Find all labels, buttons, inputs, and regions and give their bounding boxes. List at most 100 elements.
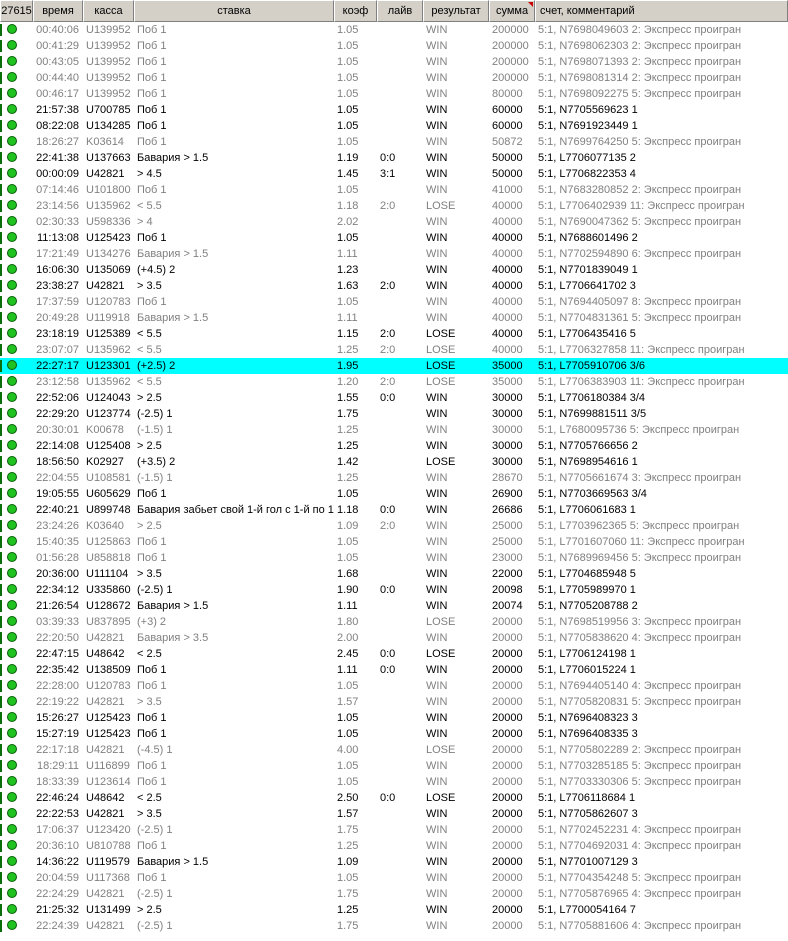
comment-cell: 5:1, L7701607060 11: Экспресс проигран (538, 536, 745, 548)
table-row[interactable]: 03:39:33 U837895 (+3) 2 1.80 LOSE 20000 5:1, N… (0, 614, 788, 630)
table-row[interactable]: 22:14:08 U125408 > 2.5 1.25 WIN 30000 5:1, N77… (0, 438, 788, 454)
time-cell: 16:06:30 (36, 264, 79, 276)
table-row[interactable]: 22:04:55 U108581 (-1.5) 1 1.25 WIN 28670 5:1, … (0, 470, 788, 486)
col-header-result[interactable]: результат (423, 0, 489, 22)
table-row[interactable]: 20:04:59 U117368 Поб 1 1.05 WIN 20000 5:1, N77… (0, 870, 788, 886)
table-row[interactable]: 20:49:28 U119918 Бавария > 1.5 1.11 WIN 40000… (0, 310, 788, 326)
table-row[interactable]: 21:26:54 U128672 Бавария > 1.5 1.11 WIN 20074… (0, 598, 788, 614)
table-row[interactable]: 14:36:22 U119579 Бавария > 1.5 1.09 WIN 20000… (0, 854, 788, 870)
time-cell: 20:04:59 (36, 872, 79, 884)
col-header-time[interactable]: время (33, 0, 83, 22)
row-marker-icon (0, 88, 2, 100)
table-row[interactable]: 20:36:10 U810788 Поб 1 1.25 WIN 20000 5:1, N77… (0, 838, 788, 854)
table-row[interactable]: 22:47:15 U48642 < 2.5 2.45 0:0 LOSE 20000 5:1, … (0, 646, 788, 662)
time-cell: 22:17:18 (36, 744, 79, 756)
status-cell (0, 470, 33, 486)
table-row[interactable]: 22:29:20 U123774 (-2.5) 1 1.75 WIN 30000 5:1, … (0, 406, 788, 422)
table-row[interactable]: 22:24:29 U42821 (-2.5) 1 1.75 WIN 20000 5:1, N… (0, 886, 788, 902)
table-row[interactable]: 23:14:56 U135962 < 5.5 1.18 2:0 LOSE 40000 5:1,… (0, 198, 788, 214)
col-header-comment[interactable]: счет, комментарий (535, 0, 788, 22)
time-cell: 15:40:35 (36, 536, 79, 548)
table-row[interactable]: 23:07:07 U135962 < 5.5 1.25 2:0 LOSE 40000 5:1,… (0, 342, 788, 358)
odds-cell: 2.50 (337, 792, 359, 804)
table-row[interactable]: 21:57:38 U700785 Поб 1 1.05 WIN 60000 5:1, N77… (0, 102, 788, 118)
table-row[interactable]: 17:06:37 U123420 (-2.5) 1 1.75 WIN 20000 5:1, … (0, 822, 788, 838)
table-row[interactable]: 22:52:06 U124043 > 2.5 1.55 0:0 WIN 30000 5:1, … (0, 390, 788, 406)
col-header-live[interactable]: лайв (377, 0, 423, 22)
table-row[interactable]: 11:13:08 U125423 Поб 1 1.05 WIN 40000 5:1, N76… (0, 230, 788, 246)
table-row[interactable]: 15:26:27 U125423 Поб 1 1.05 WIN 20000 5:1, N76… (0, 710, 788, 726)
table-row[interactable]: 21:25:32 U131499 > 2.5 1.25 WIN 20000 5:1, L77… (0, 902, 788, 918)
table-row[interactable]: 01:56:28 U858818 Поб 1 1.05 WIN 23000 5:1, N76… (0, 550, 788, 566)
table-row[interactable]: 22:22:53 U42821 > 3.5 1.57 WIN 20000 5:1, N770… (0, 806, 788, 822)
table-row[interactable]: 00:40:06 U139952 Поб 1 1.05 WIN 200000 5:1, N7… (0, 22, 788, 38)
table-row[interactable]: 00:44:40 U139952 Поб 1 1.05 WIN 200000 5:1, N7… (0, 70, 788, 86)
time-cell: 17:21:49 (36, 248, 79, 260)
table-row[interactable]: 15:27:19 U125423 Поб 1 1.05 WIN 20000 5:1, N76… (0, 726, 788, 742)
bets-grid[interactable]: 27615 время касса ставка коэф лайв резул… (0, 0, 788, 941)
table-row[interactable]: 17:37:59 U120783 Поб 1 1.05 WIN 40000 5:1, N76… (0, 294, 788, 310)
register-cell: K02927 (86, 456, 124, 468)
bet-cell: (-2.5) 1 (137, 824, 173, 836)
time-cell: 18:56:50 (36, 456, 79, 468)
register-cell: U42821 (86, 280, 125, 292)
table-row[interactable]: 22:46:24 U48642 < 2.5 2.50 0:0 LOSE 20000 5:1, … (0, 790, 788, 806)
col-header-odds[interactable]: коэф (334, 0, 377, 22)
result-cell: WIN (426, 232, 448, 244)
status-cell (0, 278, 33, 294)
table-row[interactable]: 22:20:50 U42821 Бавария > 3.5 2.00 WIN 20000 5… (0, 630, 788, 646)
table-row[interactable]: 22:19:22 U42821 > 3.5 1.57 WIN 20000 5:1, N770… (0, 694, 788, 710)
odds-cell: 1.05 (337, 872, 359, 884)
row-marker-icon (0, 248, 2, 260)
table-row[interactable]: 15:40:35 U125863 Поб 1 1.05 WIN 25000 5:1, L77… (0, 534, 788, 550)
bet-cell: Поб 1 (137, 88, 167, 100)
table-row-selected[interactable]: 22:27:17 U123301 (+2.5) 2 1.95 LOSE 35000 5:1,… (0, 358, 788, 374)
table-row[interactable]: 00:00:09 U42821 > 4.5 1.45 3:1 WIN 50000 5:1, L… (0, 166, 788, 182)
register-cell: U42821 (86, 696, 125, 708)
result-cell: WIN (426, 664, 448, 676)
table-row[interactable]: 17:21:49 U134276 Бавария > 1.5 1.11 WIN 40000… (0, 246, 788, 262)
bet-cell: (-4.5) 1 (137, 744, 173, 756)
table-row[interactable]: 22:34:12 U335860 (-2.5) 1 1.90 0:0 WIN 20098 5:… (0, 582, 788, 598)
col-header-amount[interactable]: сумма (489, 0, 535, 22)
table-row[interactable]: 22:24:39 U42821 (-2.5) 1 1.75 WIN 20000 5:1, N… (0, 918, 788, 934)
table-row[interactable]: 22:40:21 U899748 Бавария забьет свой 1-й г… (0, 502, 788, 518)
table-row[interactable]: 02:30:33 U598336 > 4 2.02 WIN 40000 5:1, N7690… (0, 214, 788, 230)
table-row[interactable]: 00:41:29 U139952 Поб 1 1.05 WIN 200000 5:1, N7… (0, 38, 788, 54)
col-header-bet[interactable]: ставка (134, 0, 334, 22)
table-row[interactable]: 23:38:27 U42821 > 3.5 1.63 2:0 WIN 40000 5:1, L… (0, 278, 788, 294)
table-row[interactable]: 23:18:19 U125389 < 5.5 1.15 2:0 LOSE 40000 5:1,… (0, 326, 788, 342)
table-row[interactable]: 00:46:17 U139952 Поб 1 1.05 WIN 80000 5:1, N76… (0, 86, 788, 102)
table-row[interactable]: 00:43:05 U139952 Поб 1 1.05 WIN 200000 5:1, N7… (0, 54, 788, 70)
table-row[interactable]: 18:56:50 K02927 (+3.5) 2 1.42 LOSE 30000 5:1, … (0, 454, 788, 470)
row-marker-icon (0, 136, 2, 148)
table-row[interactable]: 18:26:27 K03614 Поб 1 1.05 WIN 50872 5:1, N769… (0, 134, 788, 150)
table-row[interactable]: 18:29:11 U116899 Поб 1 1.05 WIN 20000 5:1, N77… (0, 758, 788, 774)
comment-cell: 5:1, N7696408323 3 (538, 712, 638, 724)
col-header-id[interactable]: 27615 (0, 0, 33, 22)
row-marker-icon (0, 520, 2, 532)
register-cell: U858818 (86, 552, 131, 564)
table-row[interactable]: 08:22:08 U134285 Поб 1 1.05 WIN 60000 5:1, N76… (0, 118, 788, 134)
table-row[interactable]: 23:12:58 U135962 < 5.5 1.20 2:0 LOSE 35000 5:1,… (0, 374, 788, 390)
comment-cell: 5:1, N7703669563 3/4 (538, 488, 647, 500)
status-cell (0, 182, 33, 198)
table-row[interactable]: 22:41:38 U137663 Бавария > 1.5 1.19 0:0 WIN 50… (0, 150, 788, 166)
comment-cell: 5:1, L7703962365 5: Экспресс проигран (538, 520, 740, 532)
table-row[interactable]: 23:24:26 K03640 > 2.5 1.09 2:0 WIN 25000 5:1, L… (0, 518, 788, 534)
table-row[interactable]: 22:28:00 U120783 Поб 1 1.05 WIN 20000 5:1, N76… (0, 678, 788, 694)
table-row[interactable]: 18:33:39 U123614 Поб 1 1.05 WIN 20000 5:1, N77… (0, 774, 788, 790)
table-row[interactable]: 20:36:00 U111104 > 3.5 1.68 WIN 22000 5:1, L77… (0, 566, 788, 582)
table-row[interactable]: 22:35:42 U138509 Поб 1 1.11 0:0 WIN 20000 5:1, … (0, 662, 788, 678)
status-cell (0, 742, 33, 758)
table-row[interactable]: 20:30:01 K00678 (-1.5) 1 1.25 WIN 30000 5:1, L… (0, 422, 788, 438)
table-row[interactable]: 07:14:46 U101800 Поб 1 1.05 WIN 41000 5:1, N76… (0, 182, 788, 198)
table-row[interactable]: 19:05:55 U605629 Поб 1 1.05 WIN 26900 5:1, N77… (0, 486, 788, 502)
live-cell: 0:0 (380, 664, 396, 676)
time-cell: 22:47:15 (36, 648, 79, 660)
comment-cell: 5:1, N7701007129 3 (538, 856, 638, 868)
table-row[interactable]: 16:06:30 U135069 (+4.5) 2 1.23 WIN 40000 5:1, … (0, 262, 788, 278)
col-header-register[interactable]: касса (83, 0, 134, 22)
table-row[interactable]: 22:17:18 U42821 (-4.5) 1 4.00 LOSE 20000 5:1, … (0, 742, 788, 758)
odds-cell: 1.25 (337, 472, 359, 484)
